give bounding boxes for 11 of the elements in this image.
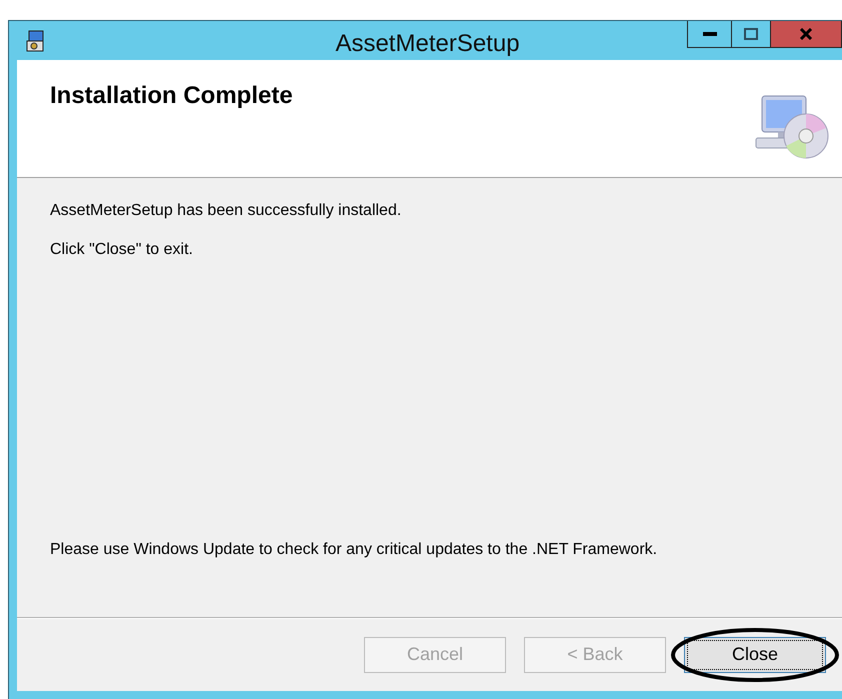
update-note-text: Please use Windows Update to check for any critical updates to the .NET Framework. [50,541,658,559]
close-icon [799,28,813,40]
minimize-button[interactable] [687,21,732,48]
minimize-icon [702,32,716,36]
message-text: AssetMeterSetup has been successfully installed. [50,202,402,220]
message-text: Click "Close" to exit. [50,241,194,259]
maximize-icon [744,28,758,40]
window-title: AssetMeterSetup [334,30,521,58]
header-title: Installation Complete [50,82,293,111]
dialog-button[interactable]: Close [684,636,826,672]
close-window-button[interactable] [770,21,842,48]
